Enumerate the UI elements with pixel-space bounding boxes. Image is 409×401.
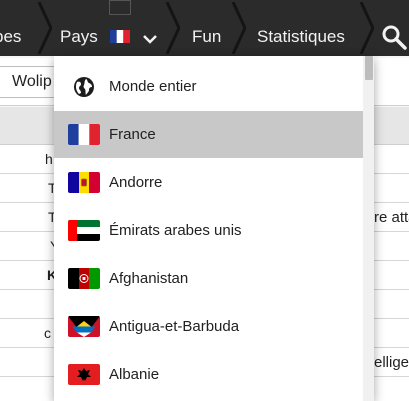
globe-icon — [73, 76, 95, 98]
menu-item-france[interactable]: France — [54, 111, 363, 158]
menu-item-albanie[interactable]: Albanie — [54, 351, 363, 398]
menu-item-andorre[interactable]: Andorre — [54, 159, 363, 206]
nav-item-fun-label: Fun — [192, 27, 222, 46]
france-flag-icon — [108, 0, 131, 43]
nav-item-statistiques-label: Statistiques — [257, 27, 345, 46]
row-cell: c — [44, 325, 51, 341]
flag-france-icon — [68, 124, 100, 145]
nav-item-fun[interactable]: Fun — [192, 0, 221, 56]
nav-item-types-label: bes — [0, 27, 22, 46]
menu-item-label: Albanie — [109, 366, 160, 383]
nav-separator — [360, 2, 374, 54]
menu-item-monde-entier[interactable]: Monde entier — [54, 63, 363, 110]
filter-chip[interactable]: Wolip — [0, 66, 62, 98]
row-cell-right: elligen — [374, 354, 409, 371]
flag-andorra-icon — [68, 172, 100, 193]
menu-item-label: Émirats arabes unis — [109, 222, 242, 239]
nav-item-types[interactable]: bes — [0, 0, 21, 56]
nav-separator — [166, 2, 180, 54]
menu-item-afghanistan[interactable]: Afghanistan — [54, 255, 363, 302]
row-cell-right: re atta — [374, 209, 409, 226]
flag-antigua-icon — [68, 316, 100, 337]
flag-albania-icon — [68, 364, 100, 385]
dropdown-scrollbar[interactable] — [363, 56, 374, 401]
nav-item-pays-label: Pays — [60, 27, 98, 46]
chevron-down-icon — [143, 2, 158, 56]
menu-item-label: Monde entier — [109, 78, 197, 95]
search-icon[interactable] — [381, 24, 409, 52]
menu-item-label: France — [109, 126, 156, 143]
filter-chip-label: Wolip — [12, 73, 52, 90]
row-cell: h — [45, 151, 53, 167]
menu-item-label: Antigua-et-Barbuda — [109, 318, 240, 335]
menu-item-label: Afghanistan — [109, 270, 189, 287]
nav-separator — [232, 2, 246, 54]
scrollbar-thumb[interactable] — [365, 56, 373, 80]
flag-uae-icon — [68, 220, 100, 241]
menu-item-antigua-et-barbuda[interactable]: Antigua-et-Barbuda — [54, 303, 363, 350]
top-navbar: bes Pays Fun Statistiques — [0, 0, 409, 56]
nav-separator — [38, 2, 52, 54]
nav-item-statistiques[interactable]: Statistiques — [257, 0, 345, 56]
menu-item-label: Andorre — [109, 174, 163, 191]
country-dropdown-menu: Monde entier France Andorre Émirats arab… — [54, 56, 374, 401]
menu-item-emirats-arabes-unis[interactable]: Émirats arabes unis — [54, 207, 363, 254]
flag-afghanistan-icon — [68, 268, 100, 289]
nav-item-pays[interactable]: Pays — [60, 0, 158, 56]
